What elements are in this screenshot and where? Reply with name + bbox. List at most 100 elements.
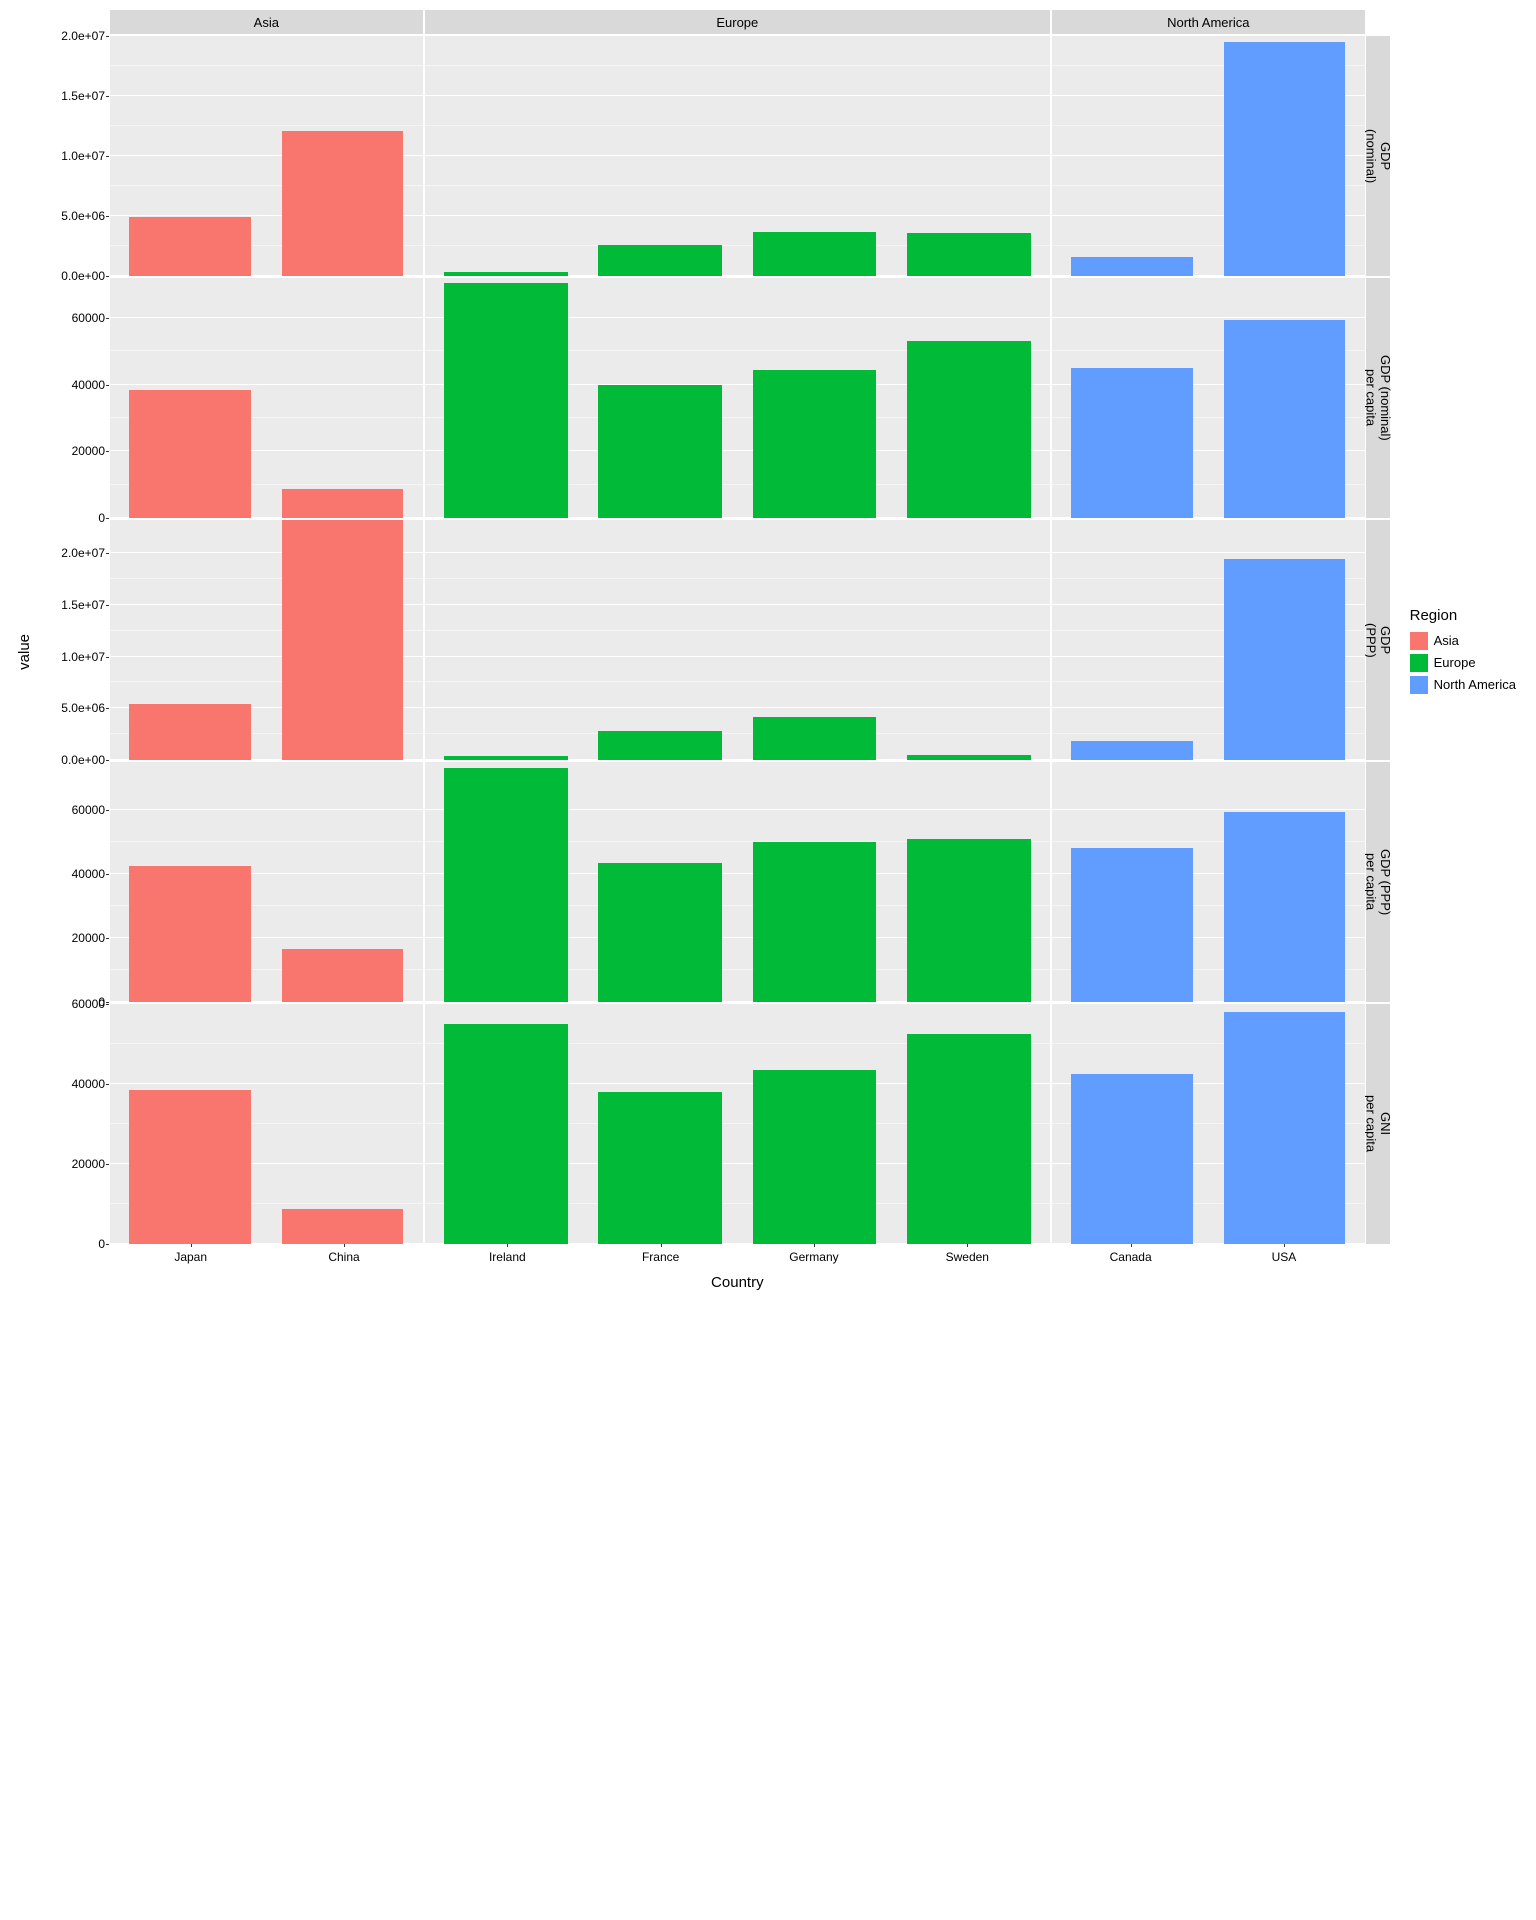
bar-slot <box>114 1004 266 1244</box>
bar <box>1071 1074 1193 1244</box>
bar <box>129 217 251 276</box>
panel <box>425 762 1050 1002</box>
bar <box>1071 741 1193 760</box>
bar-slot <box>1056 762 1208 1002</box>
legend-item-europe: Europe <box>1410 654 1516 672</box>
panel <box>1052 36 1365 276</box>
facet-row-4 <box>109 1004 1366 1244</box>
row-facet-strips: GDP(nominal)GDP (nominal)per capitaGDP(P… <box>1366 10 1390 1294</box>
bar-slot <box>1208 762 1360 1002</box>
y-tick: 20000 <box>72 931 105 945</box>
bar-slot <box>1208 520 1360 760</box>
bar-slot <box>114 36 266 276</box>
y-tick: 2.0e+07 <box>61 29 105 43</box>
y-tick: 60000 <box>72 803 105 817</box>
bar-slot <box>1208 36 1360 276</box>
bar <box>753 717 876 760</box>
bar <box>598 385 721 518</box>
y-tick: 20000 <box>72 444 105 458</box>
bar <box>444 1024 567 1244</box>
bar-slot <box>892 520 1046 760</box>
bar <box>907 755 1030 760</box>
panel <box>110 762 423 1002</box>
bar <box>1224 559 1346 760</box>
bar-slot <box>1056 520 1208 760</box>
panel <box>110 1004 423 1244</box>
bar <box>282 520 404 760</box>
panel <box>1052 278 1365 518</box>
y-axis-label: value <box>10 634 39 670</box>
bar <box>444 272 567 276</box>
x-tick: Germany <box>737 1244 890 1272</box>
bar <box>753 1070 876 1244</box>
y-tick: 1.0e+07 <box>61 149 105 163</box>
bar <box>753 842 876 1002</box>
bar-slot <box>737 520 891 760</box>
bar-slot <box>114 520 266 760</box>
rows-container <box>109 36 1366 1244</box>
x-tick: Ireland <box>431 1244 584 1272</box>
bar-slot <box>737 278 891 518</box>
y-tick: 2.0e+07 <box>61 546 105 560</box>
bar <box>129 390 251 518</box>
bar <box>282 949 404 1002</box>
panel <box>425 1004 1050 1244</box>
bar <box>282 1209 404 1244</box>
bar <box>1071 368 1193 518</box>
x-tick: Canada <box>1054 1244 1207 1272</box>
bar-slot <box>429 520 583 760</box>
panel <box>110 520 423 760</box>
x-axis-na: CanadaUSA <box>1050 1244 1365 1272</box>
facet-row-1 <box>109 278 1366 518</box>
bar <box>129 866 251 1002</box>
y-tick: 40000 <box>72 867 105 881</box>
bar-slot <box>429 36 583 276</box>
x-tick: USA <box>1207 1244 1360 1272</box>
y-tick: 5.0e+06 <box>61 209 105 223</box>
bar <box>753 232 876 276</box>
y-tick: 40000 <box>72 1077 105 1091</box>
bar <box>1224 1012 1346 1244</box>
bar <box>1071 257 1193 276</box>
bar-slot <box>1056 1004 1208 1244</box>
bar-slot <box>583 520 737 760</box>
col-strip-asia: Asia <box>110 10 423 34</box>
x-tick: France <box>584 1244 737 1272</box>
legend-swatch <box>1410 654 1428 672</box>
x-axis-label: Country <box>109 1272 1366 1291</box>
column-facet-strips: AsiaEuropeNorth America <box>109 10 1366 34</box>
legend-swatch <box>1410 676 1428 694</box>
bar <box>282 131 404 276</box>
bar <box>129 1090 251 1244</box>
y-tick: 1.0e+07 <box>61 650 105 664</box>
row-strip-2: GDP(PPP) <box>1366 520 1390 760</box>
bar-slot <box>114 762 266 1002</box>
bar-slot <box>429 278 583 518</box>
bar <box>1224 320 1346 518</box>
legend-label: Europe <box>1434 655 1476 670</box>
y-tick: 60000 <box>72 997 105 1011</box>
bar-slot <box>892 278 1046 518</box>
bar <box>444 756 567 760</box>
bar-slot <box>583 36 737 276</box>
facet-row-0 <box>109 36 1366 276</box>
bar <box>907 839 1030 1002</box>
bar-slot <box>583 762 737 1002</box>
bar <box>598 245 721 276</box>
panel <box>110 36 423 276</box>
bar <box>1224 42 1346 276</box>
panel <box>425 36 1050 276</box>
faceted-bar-chart: value 0.0e+005.0e+061.0e+071.5e+072.0e+0… <box>10 10 1526 1294</box>
panel <box>1052 520 1365 760</box>
bar-slot <box>892 1004 1046 1244</box>
bar-slot <box>737 762 891 1002</box>
facet-row-3 <box>109 762 1366 1002</box>
bar-slot <box>266 36 418 276</box>
y-axis-row-3: 0200004000060000 <box>39 762 109 1002</box>
col-strip-na: North America <box>1052 10 1365 34</box>
x-tick: Sweden <box>891 1244 1044 1272</box>
legend-swatch <box>1410 632 1428 650</box>
y-axis-row-1: 0200004000060000 <box>39 278 109 518</box>
bar-slot <box>266 278 418 518</box>
legend: Region AsiaEuropeNorth America <box>1390 607 1526 698</box>
